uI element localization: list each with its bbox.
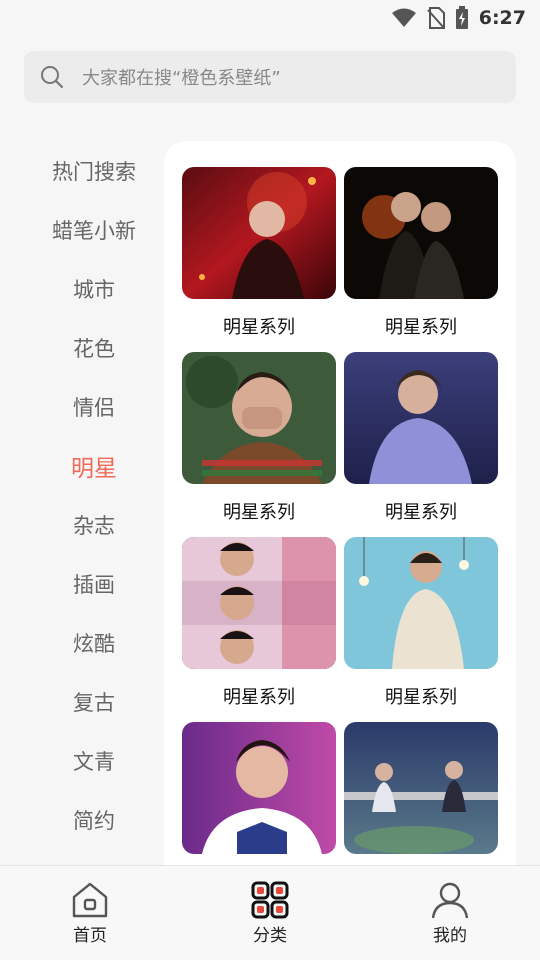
category-icon — [251, 881, 289, 918]
wallpaper-card[interactable]: 明星系列 — [182, 167, 336, 352]
wallpaper-grid: 明星系列 明星系列 明星系列 明星系列 明星系列 明星系列 — [182, 167, 498, 865]
search-input[interactable]: 大家都在搜“橙色系壁纸” — [24, 51, 516, 103]
wallpaper-thumbnail — [344, 537, 498, 669]
bottom-nav: 首页 分类 我的 — [0, 865, 540, 960]
sidebar-item-couple[interactable]: 情侣 — [24, 377, 164, 436]
search-placeholder: 大家都在搜“橙色系壁纸” — [82, 68, 281, 89]
category-sidebar: 热门搜索 蜡笔小新 城市 花色 情侣 明星 杂志 插画 炫酷 复古 文青 简约 — [24, 141, 164, 849]
status-bar: 6:27 — [0, 0, 540, 36]
sidebar-item-cool[interactable]: 炫酷 — [24, 613, 164, 672]
nav-home[interactable]: 首页 — [30, 881, 150, 946]
wallpaper-card[interactable]: 明星系列 — [344, 352, 498, 537]
wallpaper-caption: 明星系列 — [385, 317, 457, 338]
sidebar-item-hot-search[interactable]: 热门搜索 — [24, 141, 164, 200]
wifi-icon — [391, 8, 416, 27]
wallpaper-thumbnail — [182, 352, 336, 484]
wallpaper-thumbnail — [344, 352, 498, 484]
wallpaper-caption: 明星系列 — [223, 687, 295, 708]
nav-profile[interactable]: 我的 — [390, 881, 510, 946]
nav-profile-label: 我的 — [433, 925, 467, 946]
wallpaper-caption: 明星系列 — [223, 502, 295, 523]
nav-category[interactable]: 分类 — [210, 881, 330, 946]
no-sim-icon — [426, 7, 445, 29]
nav-category-label: 分类 — [253, 925, 287, 946]
sidebar-item-minimal[interactable]: 简约 — [24, 790, 164, 849]
wallpaper-card[interactable]: 明星系列 — [344, 537, 498, 722]
wallpaper-card[interactable]: 明星系列 — [182, 537, 336, 722]
sidebar-item-retro[interactable]: 复古 — [24, 672, 164, 731]
nav-home-label: 首页 — [73, 925, 107, 946]
wallpaper-caption: 明星系列 — [385, 502, 457, 523]
sidebar-item-floral[interactable]: 花色 — [24, 318, 164, 377]
sidebar-item-artsy[interactable]: 文青 — [24, 731, 164, 790]
wallpaper-caption: 明星系列 — [223, 317, 295, 338]
wallpaper-card[interactable] — [344, 722, 498, 865]
search-icon — [41, 66, 64, 89]
wallpaper-caption: 明星系列 — [385, 687, 457, 708]
profile-icon — [431, 882, 469, 918]
sidebar-item-crayon-shinchan[interactable]: 蜡笔小新 — [24, 200, 164, 259]
home-icon — [72, 882, 108, 917]
sidebar-item-illustration[interactable]: 插画 — [24, 554, 164, 613]
battery-charging-icon — [455, 6, 468, 29]
wallpaper-card[interactable] — [182, 722, 336, 865]
wallpaper-thumbnail — [182, 722, 336, 854]
wallpaper-thumbnail — [182, 537, 336, 669]
wallpaper-card[interactable]: 明星系列 — [182, 352, 336, 537]
wallpaper-thumbnail — [182, 167, 336, 299]
wallpaper-card[interactable]: 明星系列 — [344, 167, 498, 352]
sidebar-item-city[interactable]: 城市 — [24, 259, 164, 318]
wallpaper-thumbnail — [344, 167, 498, 299]
clock-time: 6:27 — [478, 7, 526, 29]
wallpaper-grid-panel: 明星系列 明星系列 明星系列 明星系列 明星系列 明星系列 — [164, 141, 516, 865]
sidebar-item-celebrity[interactable]: 明星 — [24, 436, 164, 495]
sidebar-item-magazine[interactable]: 杂志 — [24, 495, 164, 554]
wallpaper-thumbnail — [344, 722, 498, 854]
